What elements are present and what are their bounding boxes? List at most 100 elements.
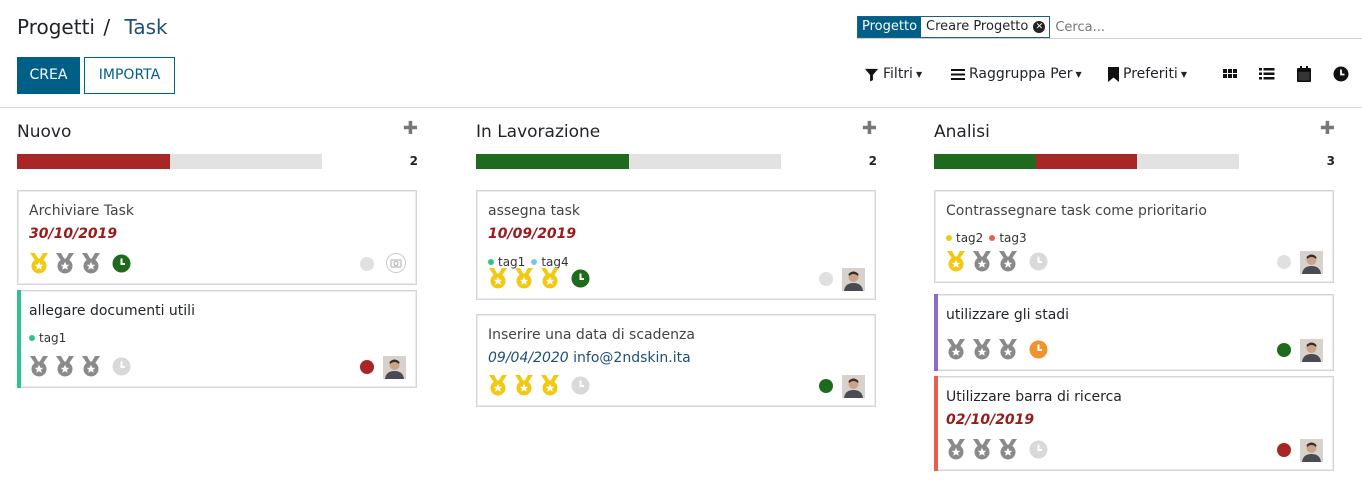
priority-medal-icon[interactable] <box>28 252 50 274</box>
priority-medal-icon[interactable] <box>971 438 993 460</box>
breadcrumb-parent[interactable]: Progetti <box>17 15 95 39</box>
kanban-state-dot[interactable] <box>1277 343 1291 357</box>
control-panel: Progetti / Task Progetto Creare Progetto… <box>0 0 1362 108</box>
kanban-state-dot[interactable] <box>1277 255 1291 269</box>
priority-medal-icon[interactable] <box>945 338 967 360</box>
filters-dropdown[interactable]: Filtri ▼ <box>864 66 922 82</box>
priority-medal-icon[interactable] <box>997 250 1019 272</box>
favorites-dropdown[interactable]: Preferiti ▼ <box>1108 66 1187 82</box>
column-count: 2 <box>409 154 418 168</box>
activity-clock-icon[interactable] <box>571 269 590 288</box>
activity-clock-icon[interactable] <box>112 357 131 376</box>
progress-segment[interactable] <box>476 154 629 169</box>
activity-icon <box>1333 66 1349 82</box>
priority-medal-icon[interactable] <box>54 252 76 274</box>
tag[interactable]: tag1 <box>29 331 66 345</box>
card-title[interactable]: assegna task <box>488 203 580 219</box>
priority-medal-icon[interactable] <box>945 438 967 460</box>
task-card[interactable]: Inserire una data di scadenza 09/04/2020 … <box>476 314 876 407</box>
list-view-button[interactable] <box>1259 66 1275 82</box>
column-count: 3 <box>1326 154 1335 168</box>
bookmark-icon <box>1108 66 1119 82</box>
task-card[interactable]: utilizzare gli stadi <box>934 294 1334 371</box>
card-title[interactable]: Inserire una data di scadenza <box>488 327 695 343</box>
task-card[interactable]: allegare documenti utili tag1 <box>17 290 417 388</box>
priority-medal-icon[interactable] <box>80 252 102 274</box>
activity-clock-icon[interactable] <box>1029 440 1048 459</box>
assignee-avatar[interactable] <box>1300 339 1323 362</box>
priority-medal-icon[interactable] <box>487 267 509 289</box>
chevron-down-icon: ▼ <box>1075 69 1082 79</box>
assignee-avatar[interactable] <box>1300 439 1323 462</box>
column-title[interactable]: Nuovo <box>17 122 71 142</box>
column-title[interactable]: Analisi <box>934 122 990 142</box>
tag-color-dot <box>989 235 996 241</box>
search-input[interactable] <box>1055 19 1356 35</box>
facet-label: Progetto <box>858 17 922 37</box>
kanban-state-dot[interactable] <box>819 379 833 393</box>
search-facet[interactable]: Progetto Creare Progetto ✕ <box>857 16 1051 38</box>
breadcrumb: Progetti / Task <box>17 15 168 39</box>
priority-medal-icon[interactable] <box>513 374 535 396</box>
card-priority <box>945 438 1052 460</box>
card-title[interactable]: utilizzare gli stadi <box>946 307 1069 323</box>
activity-view-button[interactable] <box>1333 66 1349 82</box>
assignee-avatar[interactable] <box>1300 251 1323 274</box>
breadcrumb-current[interactable]: Task <box>124 15 167 39</box>
task-card[interactable]: assegna task 10/09/2019 tag1 tag4 <box>476 190 876 300</box>
card-title[interactable]: Archiviare Task <box>29 203 134 219</box>
user-photo-icon <box>842 268 865 291</box>
priority-medal-icon[interactable] <box>54 355 76 377</box>
tag[interactable]: tag2 <box>946 231 983 245</box>
priority-medal-icon[interactable] <box>539 267 561 289</box>
activity-clock-icon[interactable] <box>1029 340 1048 359</box>
priority-medal-icon[interactable] <box>971 250 993 272</box>
activity-clock-icon[interactable] <box>571 376 590 395</box>
add-card-icon[interactable]: ✚ <box>862 118 877 140</box>
priority-medal-icon[interactable] <box>971 338 993 360</box>
priority-medal-icon[interactable] <box>513 267 535 289</box>
kanban-state-dot[interactable] <box>360 257 374 271</box>
group-by-dropdown[interactable]: Raggruppa Per ▼ <box>951 66 1082 82</box>
card-priority <box>28 252 135 274</box>
import-button[interactable]: IMPORTA <box>84 57 175 94</box>
activity-clock-icon[interactable] <box>1029 252 1048 271</box>
task-card[interactable]: Archiviare Task 30/10/2019 <box>17 190 417 285</box>
add-card-icon[interactable]: ✚ <box>1320 118 1335 140</box>
priority-medal-icon[interactable] <box>539 374 561 396</box>
priority-medal-icon[interactable] <box>997 438 1019 460</box>
assignee-avatar[interactable] <box>386 253 406 273</box>
kanban-state-dot[interactable] <box>360 360 374 374</box>
priority-medal-icon[interactable] <box>80 355 102 377</box>
create-button[interactable]: CREA <box>17 57 80 94</box>
assignee-avatar[interactable] <box>383 356 406 379</box>
kanban-view-button[interactable] <box>1223 66 1239 82</box>
priority-medal-icon[interactable] <box>945 250 967 272</box>
add-card-icon[interactable]: ✚ <box>403 118 418 140</box>
task-card[interactable]: Utilizzare barra di ricerca 02/10/2019 <box>934 376 1334 471</box>
breadcrumb-separator: / <box>103 15 111 39</box>
kanban-state-dot[interactable] <box>819 272 833 286</box>
task-card[interactable]: Contrassegnare task come prioritario tag2… <box>934 190 1334 283</box>
priority-medal-icon[interactable] <box>28 355 50 377</box>
calendar-view-button[interactable] <box>1297 66 1313 82</box>
priority-medal-icon[interactable] <box>997 338 1019 360</box>
priority-medal-icon[interactable] <box>487 374 509 396</box>
progress-segment[interactable] <box>934 154 1036 169</box>
progress-segment[interactable] <box>17 154 170 169</box>
card-title[interactable]: allegare documenti utili <box>29 303 195 319</box>
column-progress-bar[interactable] <box>17 154 322 169</box>
card-deadline: 02/10/2019 <box>946 412 1035 428</box>
card-title[interactable]: Utilizzare barra di ricerca <box>946 389 1122 405</box>
assignee-avatar[interactable] <box>842 375 865 398</box>
column-title[interactable]: In Lavorazione <box>476 122 600 142</box>
assignee-avatar[interactable] <box>842 268 865 291</box>
card-title[interactable]: Contrassegnare task come prioritario <box>946 203 1207 219</box>
kanban-state-dot[interactable] <box>1277 443 1291 457</box>
column-progress-bar[interactable] <box>934 154 1239 169</box>
progress-segment[interactable] <box>1035 154 1138 169</box>
tag[interactable]: tag3 <box>989 231 1027 245</box>
column-progress-bar[interactable] <box>476 154 781 169</box>
remove-facet-icon[interactable]: ✕ <box>1033 21 1046 33</box>
activity-clock-icon[interactable] <box>112 254 131 273</box>
